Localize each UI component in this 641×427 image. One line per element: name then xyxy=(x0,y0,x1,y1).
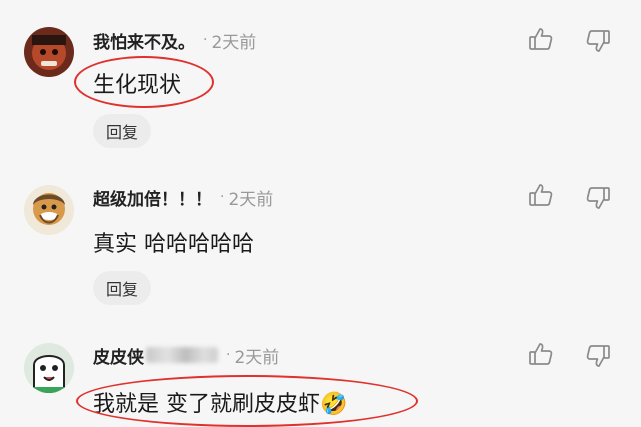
avatar[interactable] xyxy=(24,343,74,393)
avatar[interactable] xyxy=(24,185,74,235)
separator-dot: · xyxy=(226,347,231,363)
laughing-emoji-icon: 🤣 xyxy=(320,392,348,417)
avatar[interactable] xyxy=(24,27,74,77)
blurred-username-part xyxy=(146,347,218,363)
reply-button[interactable]: 回复 xyxy=(93,114,151,148)
username[interactable]: 皮皮侠 xyxy=(93,343,144,368)
comment-item: 我怕来不及。 · 2天前 生化现状 回复 xyxy=(0,0,641,160)
timestamp: 2天前 xyxy=(234,347,280,368)
comment-header: 我怕来不及。 · 2天前 xyxy=(93,28,257,53)
thumbs-up-icon[interactable] xyxy=(528,26,554,52)
timestamp: 2天前 xyxy=(211,32,257,53)
comment-text: 真实 哈哈哈哈哈 xyxy=(93,232,254,257)
thumbs-down-icon[interactable] xyxy=(585,343,611,369)
thumbs-up-icon[interactable] xyxy=(528,341,554,367)
comment-item: 皮皮侠 · 2天前 我就是 变了就刷皮皮虾🤣 xyxy=(0,315,641,427)
comment-header: 超级加倍！！！ · 2天前 xyxy=(93,185,274,210)
comment-item: 超级加倍！！！ · 2天前 真实 哈哈哈哈哈 回复 xyxy=(0,160,641,315)
username[interactable]: 超级加倍！！！ xyxy=(93,185,212,210)
thumbs-down-icon[interactable] xyxy=(585,185,611,211)
reply-button[interactable]: 回复 xyxy=(93,271,151,305)
separator-dot: · xyxy=(203,32,208,48)
thumbs-up-icon[interactable] xyxy=(528,182,554,208)
timestamp: 2天前 xyxy=(228,189,274,210)
thumbs-down-icon[interactable] xyxy=(585,28,611,54)
comment-text: 生化现状 xyxy=(93,73,182,98)
separator-dot: · xyxy=(220,189,225,205)
comment-header: 皮皮侠 · 2天前 xyxy=(93,343,280,368)
comment-text: 我就是 变了就刷皮皮虾🤣 xyxy=(93,386,347,418)
comment-text-content: 我就是 变了就刷皮皮虾 xyxy=(93,392,320,417)
username[interactable]: 我怕来不及。 xyxy=(93,28,195,53)
